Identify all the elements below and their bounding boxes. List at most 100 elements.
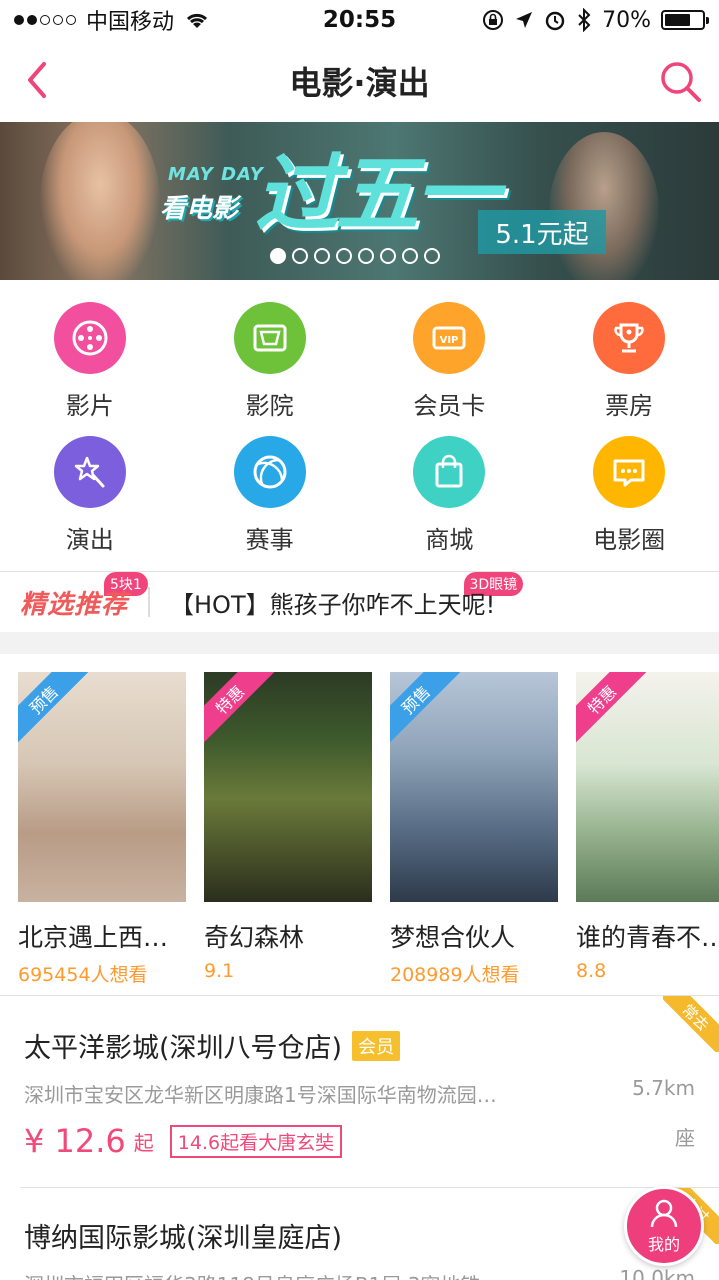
category-label: 赛事 <box>245 526 294 554</box>
movie-poster[interactable]: 预售 <box>18 672 186 902</box>
discount-corner-badge: 特惠 <box>204 672 278 748</box>
featured-separator <box>148 587 151 617</box>
promo-banner[interactable]: MAY DAY 看电影 过五一 5.1元起 <box>0 122 719 280</box>
movie-card[interactable]: 特惠 谁的青春不… 8.8 <box>576 672 719 992</box>
movie-subtitle: 208989人想看 <box>390 964 520 986</box>
movie-title: 奇幻森林 <box>204 923 305 952</box>
category-label: 影片 <box>65 392 114 420</box>
movie-rating: 8.8 <box>576 960 607 982</box>
signal-strength-icon <box>14 15 76 25</box>
my-profile-button[interactable]: 我的 <box>624 1186 704 1266</box>
cinema-screen-icon <box>233 302 306 374</box>
cinema-address: 深圳市福田区福华3路118号皇庭广场B1层 3穿地铁… <box>24 1269 584 1280</box>
svg-text:VIP: VIP <box>440 335 459 346</box>
cinema-distance: 10.0km <box>619 1266 695 1280</box>
page-title: 电影·演出 <box>289 64 430 102</box>
star-wand-icon <box>53 436 126 508</box>
cinema-name: 博纳国际影城(深圳皇庭店) <box>24 1223 343 1254</box>
discount-corner-badge: 特惠 <box>576 672 650 748</box>
carousel-dot[interactable] <box>270 248 286 264</box>
featured-tag: 精选推荐 <box>20 589 129 620</box>
movie-carousel[interactable]: 预售 北京遇上西… 695454人想看 特惠 奇幻森林 9.1 预售 梦想合伙人… <box>18 672 719 992</box>
category-label: 会员卡 <box>413 392 486 420</box>
cinema-list-item[interactable]: 去过 博纳国际影城(深圳皇庭店) 深圳市福田区福华3路118号皇庭广场B1层 3… <box>0 1188 719 1280</box>
movie-card[interactable]: 特惠 奇幻森林 9.1 <box>204 672 372 992</box>
shopping-bag-icon <box>413 436 486 508</box>
carousel-dot[interactable] <box>380 248 396 264</box>
carrier-label: 中国移动 <box>86 10 175 35</box>
location-arrow-icon <box>516 12 533 28</box>
wifi-icon <box>186 13 208 28</box>
cinema-address: 深圳市宝安区龙华新区明康路1号深国际华南物流园… <box>24 1083 497 1107</box>
movie-poster[interactable]: 特惠 <box>576 672 719 902</box>
presale-corner-badge: 预售 <box>390 672 464 748</box>
battery-icon <box>661 10 709 30</box>
seat-label: 座 <box>675 1126 695 1150</box>
movie-card[interactable]: 预售 北京遇上西… 695454人想看 <box>18 672 186 992</box>
category-label: 票房 <box>605 392 654 420</box>
category-label: 影院 <box>245 392 294 420</box>
back-button[interactable] <box>18 58 62 102</box>
carousel-dot[interactable] <box>314 248 330 264</box>
movie-rating: 9.1 <box>204 960 235 982</box>
banner-headline: 过五一 <box>255 145 499 243</box>
movie-title: 梦想合伙人 <box>390 923 516 952</box>
movie-poster[interactable]: 预售 <box>390 672 558 902</box>
price-row: ¥ 12.6 起 14.6起看大唐玄奘 <box>24 1122 695 1160</box>
carousel-dot[interactable] <box>358 248 374 264</box>
price-suffix: 起 <box>133 1130 154 1155</box>
section-gap <box>0 632 719 654</box>
featured-strip[interactable]: 精选推荐 【HOT】熊孩子你咋不上天呢! <box>0 572 719 632</box>
cinema-name-row: 博纳国际影城(深圳皇庭店) <box>24 1216 695 1255</box>
category-show[interactable]: 演出 5块1 <box>0 424 180 596</box>
nav-bar: 电影·演出 <box>0 40 719 122</box>
carousel-dot[interactable] <box>292 248 308 264</box>
featured-headline[interactable]: 【HOT】熊孩子你咋不上天呢! <box>170 585 495 620</box>
category-label: 电影圈 <box>593 526 666 554</box>
cinema-price: ¥ 12.6 <box>24 1122 126 1160</box>
cinema-distance: 5.7km <box>632 1076 695 1100</box>
carousel-dots[interactable] <box>270 248 440 264</box>
carousel-dot[interactable] <box>336 248 352 264</box>
banner-eyebrow: MAY DAY <box>168 164 264 185</box>
cinema-name: 太平洋影城(深圳八号仓店) <box>24 1033 343 1064</box>
banner-photo-right <box>549 132 659 280</box>
vip-card-icon: VIP <box>413 302 486 374</box>
carousel-dot[interactable] <box>402 248 418 264</box>
trophy-icon <box>593 302 666 374</box>
banner-photo-left <box>40 122 160 280</box>
category-vip-card[interactable]: VIP 会员卡 <box>360 290 540 424</box>
category-label: 商城 <box>425 526 474 554</box>
battery-percent: 70% <box>602 7 651 33</box>
banner-price: 5.1元起 <box>478 210 606 254</box>
movie-poster[interactable]: 特惠 <box>204 672 372 902</box>
cinema-name-row: 太平洋影城(深圳八号仓店) 会员 <box>24 1026 695 1065</box>
rotation-lock-icon <box>483 10 504 30</box>
movie-subtitle: 695454人想看 <box>18 964 148 986</box>
category-sports[interactable]: 赛事 <box>180 424 360 558</box>
search-button[interactable] <box>657 58 703 104</box>
category-grid: 影片 影院 VIP 会员卡 票房 演出 5块1 赛事 商城 3D眼镜 电影圈 <box>0 290 719 596</box>
movie-title: 谁的青春不… <box>576 923 719 952</box>
person-icon <box>650 1199 678 1228</box>
ball-icon <box>233 436 306 508</box>
category-box-office[interactable]: 票房 <box>539 290 719 424</box>
chat-bubble-icon <box>593 436 666 508</box>
category-film[interactable]: 影片 <box>0 290 180 424</box>
status-bar: 中国移动 20:55 70% <box>0 0 719 40</box>
my-profile-label: 我的 <box>647 1235 680 1254</box>
category-label: 演出 <box>65 526 114 554</box>
movie-card[interactable]: 预售 梦想合伙人 208989人想看 <box>390 672 558 992</box>
presale-corner-badge: 预售 <box>18 672 92 748</box>
alarm-icon <box>545 11 565 31</box>
cinema-list-item[interactable]: 常去 太平洋影城(深圳八号仓店) 会员 深圳市宝安区龙华新区明康路1号深国际华南… <box>0 996 719 1186</box>
film-reel-icon <box>53 302 126 374</box>
promo-tag: 14.6起看大唐玄奘 <box>169 1124 343 1158</box>
category-shop[interactable]: 商城 3D眼镜 <box>360 424 540 596</box>
carousel-dot[interactable] <box>424 248 440 264</box>
movie-title: 北京遇上西… <box>18 923 169 952</box>
category-movie-circle[interactable]: 电影圈 <box>539 424 719 558</box>
category-cinema[interactable]: 影院 <box>180 290 360 424</box>
frequent-ribbon: 常去 <box>663 996 719 1052</box>
member-badge: 会员 <box>352 1030 401 1061</box>
